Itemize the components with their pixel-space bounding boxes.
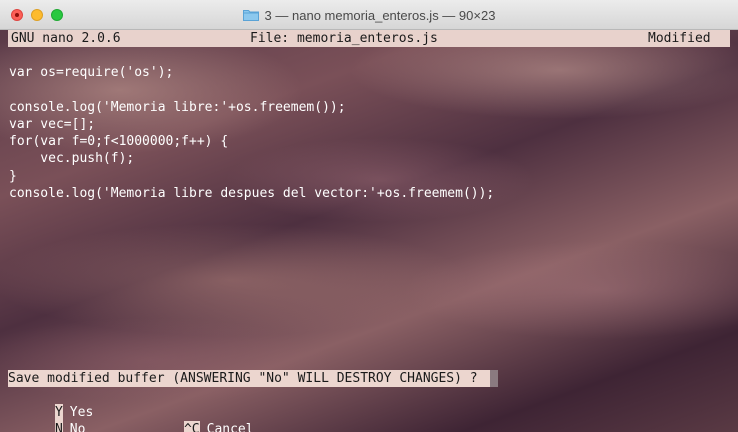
save-prompt: Save modified buffer (ANSWERING "No" WIL… — [8, 370, 498, 387]
nano-version: GNU nano 2.0.6 — [11, 31, 121, 46]
nano-filename: File: memoria_enteros.js — [250, 31, 438, 46]
code-line: for(var f=0;f<1000000;f++) { — [9, 134, 229, 150]
nano-header: GNU nano 2.0.6 File: memoria_enteros.js … — [8, 30, 730, 47]
terminal-content[interactable]: GNU nano 2.0.6 File: memoria_enteros.js … — [0, 30, 738, 432]
title-container: 3 — nano memoria_enteros.js — 90×23 — [0, 0, 738, 30]
yes-option[interactable]: Y Yes — [8, 387, 93, 421]
nano-modified-status: Modified — [648, 31, 711, 46]
code-line: var vec=[]; — [9, 116, 96, 132]
editor-buffer[interactable]: var os=require('os'); console.log('Memor… — [9, 64, 494, 202]
code-line: var os=require('os'); — [9, 65, 174, 80]
folder-icon — [242, 10, 259, 21]
no-key: N — [54, 421, 63, 432]
terminal-window: 3 — nano memoria_enteros.js — 90×23 GNU … — [0, 0, 738, 432]
text-cursor — [490, 370, 498, 387]
no-label: No — [69, 422, 86, 432]
no-option[interactable]: N No — [8, 404, 85, 432]
title-bar[interactable]: 3 — nano memoria_enteros.js — 90×23 — [0, 0, 738, 30]
cancel-label: Cancel — [206, 422, 254, 432]
cancel-option[interactable]: ^C Cancel — [137, 404, 254, 432]
window-title: 3 — nano memoria_enteros.js — 90×23 — [264, 7, 496, 23]
code-line: } — [9, 168, 17, 184]
code-line: console.log('Memoria libre despues del v… — [9, 186, 495, 202]
cancel-key: ^C — [183, 421, 200, 432]
code-line: console.log('Memoria libre:'+os.freemem(… — [9, 99, 346, 115]
code-line: vec.push(f); — [9, 151, 135, 167]
